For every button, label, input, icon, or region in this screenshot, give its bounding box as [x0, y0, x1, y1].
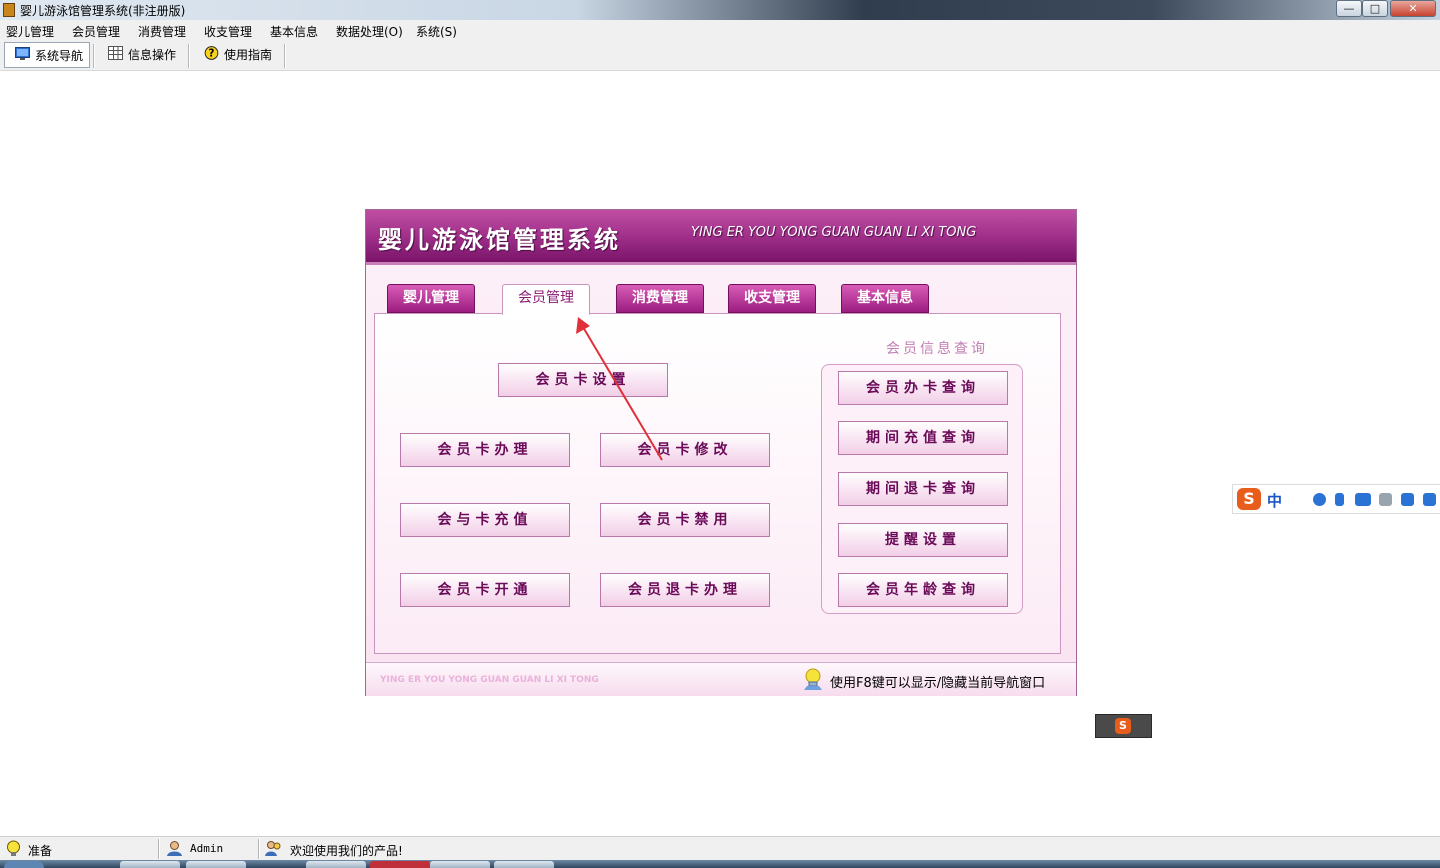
skin-icon[interactable]: [1401, 493, 1414, 506]
status-bar: 准备 Admin 欢迎使用我们的产品!: [0, 836, 1440, 861]
keyboard-icon[interactable]: [1355, 493, 1371, 506]
user-icon[interactable]: [1379, 493, 1392, 506]
status-user: Admin: [190, 842, 224, 855]
tab-consumption-management[interactable]: 消费管理: [616, 284, 704, 313]
query-refund-button[interactable]: 期间退卡查询: [838, 472, 1008, 506]
status-message: 欢迎使用我们的产品!: [290, 844, 403, 858]
query-age-button[interactable]: 会员年龄查询: [838, 573, 1008, 607]
menu-basic-info[interactable]: 基本信息: [270, 23, 318, 40]
help-icon: ?: [204, 46, 219, 60]
ime-mini-bar[interactable]: S: [1095, 714, 1152, 738]
taskbar-item[interactable]: [430, 861, 490, 868]
status-separator: [258, 839, 260, 859]
microphone-icon[interactable]: [1335, 493, 1344, 506]
monitor-icon: [15, 47, 30, 60]
tab-basic-info[interactable]: 基本信息: [841, 284, 929, 313]
menu-data-processing[interactable]: 数据处理(O): [336, 23, 403, 40]
member-query-title: 会员信息查询: [886, 341, 988, 357]
lightbulb-status-icon: [7, 840, 20, 856]
taskbar-item[interactable]: [494, 861, 554, 868]
window-title: 婴儿游泳馆管理系统(非注册版): [20, 4, 186, 18]
card-recharge-button[interactable]: 会与卡充值: [400, 503, 570, 537]
ime-toolbar[interactable]: S 中: [1232, 484, 1440, 514]
card-disable-button[interactable]: 会员卡禁用: [600, 503, 770, 537]
user-avatar-icon: [167, 841, 182, 856]
users-group-icon: [265, 841, 281, 856]
emoji-icon[interactable]: [1313, 493, 1326, 506]
toolbar-separator: [188, 44, 190, 68]
tab-baby-management[interactable]: 婴儿管理: [387, 284, 475, 313]
menu-member-management[interactable]: 会员管理: [72, 23, 120, 40]
table-icon: [108, 46, 123, 60]
lightbulb-icon: [804, 668, 822, 690]
menu-consumption-management[interactable]: 消费管理: [138, 23, 186, 40]
footer-tip-text: 使用F8键可以显示/隐藏当前导航窗口: [830, 676, 1046, 691]
toolbar-user-guide-label: 使用指南: [224, 48, 273, 62]
member-query-group: 会员办卡查询 期间充值查询 期间退卡查询 提醒设置 会员年龄查询: [821, 364, 1023, 614]
title-bar: 婴儿游泳馆管理系统(非注册版) — □ ✕: [0, 0, 1440, 20]
taskbar: [0, 860, 1440, 868]
query-card-apply-button[interactable]: 会员办卡查询: [838, 371, 1008, 405]
status-separator: [158, 839, 160, 859]
menu-finance-management[interactable]: 收支管理: [204, 23, 252, 40]
toolbar-separator: [284, 44, 286, 68]
footer-english-title: YING ER YOU YONG GUAN GUAN LI XI TONG: [380, 675, 599, 685]
menu-system[interactable]: 系统(S): [416, 23, 457, 40]
taskbar-item[interactable]: [306, 861, 366, 868]
taskbar-item[interactable]: [370, 861, 430, 868]
menu-baby-management[interactable]: 婴儿管理: [6, 23, 54, 40]
app-icon: [3, 3, 15, 17]
toolbar-system-nav-button[interactable]: 系统导航: [4, 42, 90, 68]
toolbar-info-operation-button[interactable]: 信息操作: [98, 42, 184, 68]
sogou-mini-logo-icon[interactable]: S: [1115, 718, 1131, 734]
panel-title: 婴儿游泳馆管理系统: [378, 226, 621, 254]
toolbar: 系统导航 信息操作 ? 使用指南: [0, 42, 1440, 71]
card-apply-button[interactable]: 会员卡办理: [400, 433, 570, 467]
card-activate-button[interactable]: 会员卡开通: [400, 573, 570, 607]
reminder-settings-button[interactable]: 提醒设置: [838, 523, 1008, 557]
close-button[interactable]: ✕: [1390, 0, 1436, 17]
minimize-button[interactable]: —: [1336, 0, 1362, 17]
start-button[interactable]: [4, 861, 44, 868]
status-text: 准备: [28, 844, 53, 858]
panel-banner: 婴儿游泳馆管理系统 YING ER YOU YONG GUAN GUAN LI …: [366, 210, 1076, 265]
card-settings-button[interactable]: 会员卡设置: [498, 363, 668, 397]
query-recharge-button[interactable]: 期间充值查询: [838, 421, 1008, 455]
ime-language-toggle[interactable]: 中: [1267, 490, 1282, 511]
tab-member-management[interactable]: 会员管理: [502, 284, 590, 315]
navigation-panel: 婴儿游泳馆管理系统 YING ER YOU YONG GUAN GUAN LI …: [365, 209, 1077, 696]
tab-finance-management[interactable]: 收支管理: [728, 284, 816, 313]
panel-subtitle: YING ER YOU YONG GUAN GUAN LI XI TONG: [691, 225, 977, 240]
sogou-logo-icon[interactable]: S: [1237, 488, 1261, 510]
taskbar-item[interactable]: [120, 861, 180, 868]
toolbar-info-operation-label: 信息操作: [128, 48, 177, 62]
grid-menu-icon[interactable]: [1423, 493, 1436, 506]
toolbar-system-nav-label: 系统导航: [35, 49, 84, 63]
card-refund-button[interactable]: 会员退卡办理: [600, 573, 770, 607]
tab-content: 会员卡设置 会员卡办理 会员卡修改 会与卡充值 会员卡禁用 会员卡开通 会员退卡…: [374, 313, 1061, 654]
card-modify-button[interactable]: 会员卡修改: [600, 433, 770, 467]
panel-footer: YING ER YOU YONG GUAN GUAN LI XI TONG 使用…: [366, 662, 1076, 696]
toolbar-separator: [93, 44, 95, 68]
menu-bar: 婴儿管理 会员管理 消费管理 收支管理 基本信息 数据处理(O) 系统(S): [0, 20, 1440, 42]
taskbar-item[interactable]: [186, 861, 246, 868]
svg-text:?: ?: [209, 48, 215, 60]
maximize-button[interactable]: □: [1362, 0, 1388, 17]
toolbar-user-guide-button[interactable]: ? 使用指南: [194, 42, 280, 68]
